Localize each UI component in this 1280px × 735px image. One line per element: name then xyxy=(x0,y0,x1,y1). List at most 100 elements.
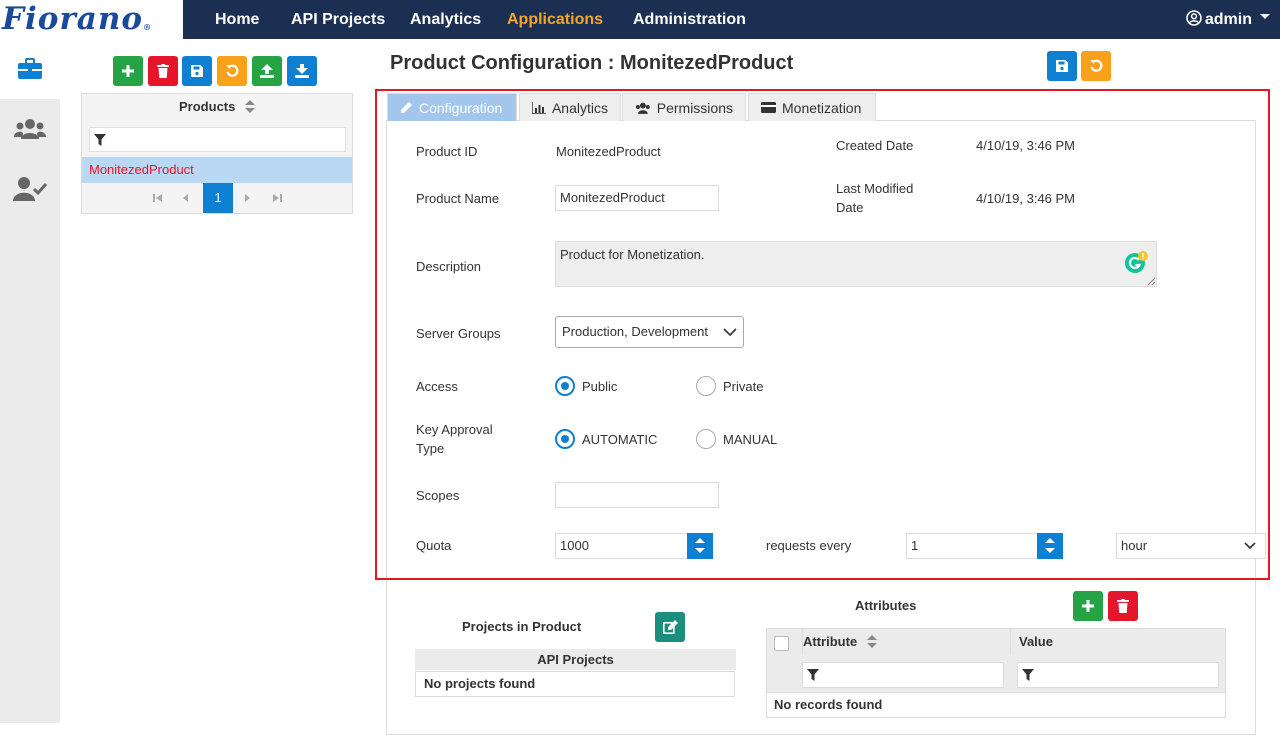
add-product-button[interactable] xyxy=(113,56,143,86)
edit-icon xyxy=(662,620,678,634)
key-automatic-radio[interactable] xyxy=(555,429,575,449)
configuration-highlight-frame xyxy=(375,89,1270,580)
value-column-header[interactable]: Value xyxy=(1010,629,1226,655)
interval-spinner[interactable] xyxy=(1037,533,1063,559)
select-all-checkbox[interactable] xyxy=(774,636,789,651)
server-groups-select[interactable]: Production, Development xyxy=(555,316,744,348)
next-page-icon[interactable] xyxy=(239,190,255,206)
rail-user-check[interactable] xyxy=(0,159,60,219)
unit-select[interactable]: hour xyxy=(1116,533,1266,559)
chevron-down-icon xyxy=(1260,14,1270,20)
quota-spinner[interactable] xyxy=(687,533,713,559)
prev-page-icon[interactable] xyxy=(178,190,194,206)
key-manual-radio[interactable] xyxy=(696,429,716,449)
products-pager: 1 xyxy=(82,183,352,213)
description-textarea[interactable]: Product for Monetization. xyxy=(555,241,1157,287)
quota-label: Quota xyxy=(416,538,452,553)
download-icon xyxy=(295,64,309,78)
last-page-icon[interactable] xyxy=(269,190,285,206)
created-date-label: Created Date xyxy=(836,138,914,153)
created-date-value: 4/10/19, 3:46 PM xyxy=(976,138,1076,153)
projects-empty-message: No projects found xyxy=(415,671,735,697)
access-public-radio[interactable] xyxy=(555,376,575,396)
trash-icon xyxy=(1117,599,1129,613)
products-filter-input[interactable] xyxy=(89,127,346,152)
key-approval-label: Key Approval Type xyxy=(416,422,493,456)
description-text: Product for Monetization. xyxy=(560,247,705,262)
product-id-label: Product ID xyxy=(416,144,478,159)
products-grid-header[interactable]: Products xyxy=(82,94,352,121)
requests-every-label: requests every xyxy=(766,538,852,553)
interval-input[interactable]: 1 xyxy=(906,533,1038,559)
plus-icon xyxy=(1082,600,1094,612)
upload-icon xyxy=(260,64,274,78)
plus-icon xyxy=(122,65,134,77)
filter-icon xyxy=(1022,669,1034,681)
nav-home[interactable]: Home xyxy=(215,0,259,39)
key-automatic-label[interactable]: AUTOMATIC xyxy=(582,430,657,449)
undo-icon xyxy=(226,64,239,77)
attribute-filter-input[interactable] xyxy=(802,662,1004,688)
attributes-empty-message: No records found xyxy=(766,692,1226,718)
save-product-button[interactable] xyxy=(182,56,212,86)
product-row-monitezedproduct[interactable]: MonitezedProduct xyxy=(82,157,352,183)
resize-handle-icon[interactable] xyxy=(1147,277,1155,285)
trash-icon xyxy=(157,64,169,78)
sort-icon xyxy=(244,100,255,113)
left-rail xyxy=(0,39,60,723)
access-private-radio[interactable] xyxy=(696,376,716,396)
scopes-label: Scopes xyxy=(416,488,460,503)
user-name: admin xyxy=(1204,11,1252,28)
last-modified-value: 4/10/19, 3:46 PM xyxy=(976,191,1076,206)
products-grid: Products MonitezedProduct 1 xyxy=(81,93,353,214)
projects-in-product-title: Projects in Product xyxy=(462,619,582,634)
briefcase-icon xyxy=(18,58,42,79)
last-modified-label: Last Modified Date xyxy=(836,181,914,215)
filter-icon xyxy=(807,669,819,681)
access-private-label[interactable]: Private xyxy=(723,377,763,396)
download-product-button[interactable] xyxy=(287,56,317,86)
delete-attribute-button[interactable] xyxy=(1108,591,1138,621)
undo-icon xyxy=(1090,59,1103,72)
server-groups-label: Server Groups xyxy=(416,326,501,341)
user-circle-icon xyxy=(1186,10,1202,26)
value-filter-input[interactable] xyxy=(1017,662,1219,688)
refresh-product-button[interactable] xyxy=(217,56,247,86)
nav-administration[interactable]: Administration xyxy=(633,0,746,39)
product-name-input[interactable]: MonitezedProduct xyxy=(555,185,719,211)
nav-api-projects[interactable]: API Projects xyxy=(291,0,385,39)
rail-products[interactable] xyxy=(0,39,60,99)
user-check-icon xyxy=(13,177,47,201)
nav-applications[interactable]: Applications xyxy=(507,0,603,39)
product-id-value: MonitezedProduct xyxy=(556,144,661,159)
quota-input[interactable]: 1000 xyxy=(555,533,689,559)
access-label: Access xyxy=(416,379,458,394)
api-projects-column-header[interactable]: API Projects xyxy=(415,649,736,670)
filter-icon xyxy=(94,134,106,146)
edit-projects-button[interactable] xyxy=(655,612,685,642)
save-icon xyxy=(191,65,203,77)
user-menu[interactable]: admin xyxy=(1186,0,1270,39)
attribute-column-header[interactable]: Attribute xyxy=(802,629,1011,655)
reset-config-button[interactable] xyxy=(1081,51,1111,81)
page-title: Product Configuration : MonitezedProduct xyxy=(390,52,794,74)
delete-product-button[interactable] xyxy=(148,56,178,86)
description-label: Description xyxy=(416,259,482,274)
add-attribute-button[interactable] xyxy=(1073,591,1103,621)
rail-users[interactable] xyxy=(0,99,60,159)
scopes-input[interactable] xyxy=(555,482,719,508)
save-icon xyxy=(1056,60,1068,72)
key-manual-label[interactable]: MANUAL xyxy=(723,430,777,449)
chevron-down-icon xyxy=(1244,542,1256,550)
grammarly-icon[interactable] xyxy=(1124,250,1148,274)
upload-product-button[interactable] xyxy=(252,56,282,86)
save-config-button[interactable] xyxy=(1047,51,1077,81)
sort-icon xyxy=(866,635,877,648)
nav-analytics[interactable]: Analytics xyxy=(410,0,481,39)
fiorano-logo[interactable]: Fiorano® xyxy=(0,0,183,39)
page-number-1[interactable]: 1 xyxy=(203,183,233,213)
top-navbar: Fiorano® Home API Projects Analytics App… xyxy=(0,0,1280,39)
first-page-icon[interactable] xyxy=(150,190,166,206)
attributes-title: Attributes xyxy=(855,598,917,613)
access-public-label[interactable]: Public xyxy=(582,377,617,396)
